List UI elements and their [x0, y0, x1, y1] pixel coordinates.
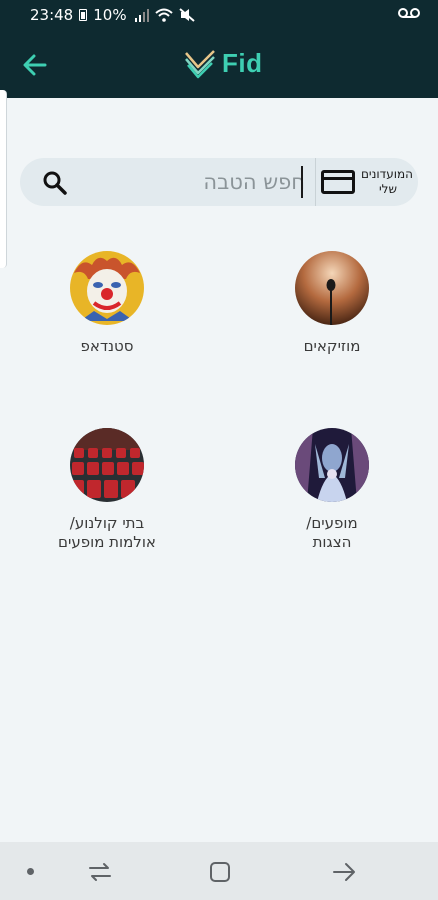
logo-mark-icon [185, 49, 215, 78]
category-label-line1: מופעים/ [306, 514, 358, 532]
voicemail-icon [398, 7, 420, 23]
category-label: מופעים/ הצגות [252, 514, 412, 552]
app-bar: Fid [0, 30, 438, 98]
cinemas-image [70, 428, 144, 502]
category-musicians[interactable]: מוזיקאים [252, 251, 412, 356]
search-button[interactable] [42, 170, 68, 196]
category-label: מוזיקאים [252, 337, 412, 356]
signal-icon [134, 8, 149, 22]
app-logo: Fid [184, 48, 263, 79]
credit-card-icon [321, 170, 355, 194]
dot-icon [27, 868, 34, 875]
home-button[interactable] [204, 856, 236, 888]
recent-apps-button[interactable] [84, 856, 116, 888]
battery-icon [79, 9, 88, 21]
status-left: 23:48 10% [30, 6, 127, 24]
my-clubs-button[interactable]: המועדונים שלי [316, 158, 418, 206]
category-label-line2: הצגות [312, 533, 352, 551]
back-nav-button[interactable] [328, 856, 360, 888]
my-clubs-label-line2: שלי [378, 182, 397, 196]
mute-icon [178, 8, 195, 22]
my-clubs-label: המועדונים שלי [360, 167, 413, 197]
logo-text: Fid [222, 48, 263, 78]
recent-apps-icon [89, 863, 111, 881]
status-icons [134, 8, 195, 22]
wifi-icon [154, 8, 173, 22]
shows-image [295, 428, 369, 502]
back-button[interactable] [18, 48, 52, 82]
home-icon [210, 862, 230, 882]
my-clubs-label-line1: המועדונים [360, 167, 413, 181]
arrow-left-icon [23, 54, 47, 76]
text-caret [301, 166, 303, 198]
search-input[interactable] [90, 165, 305, 199]
search-icon [43, 171, 67, 195]
category-shows[interactable]: מופעים/ הצגות [252, 428, 412, 552]
back-icon [333, 863, 355, 881]
category-label-line1: סטנדאפ [80, 337, 134, 355]
system-nav-bar [0, 842, 438, 900]
musicians-image [295, 251, 369, 325]
category-label: סטנדאפ [27, 337, 187, 356]
category-label-line1: מוזיקאים [303, 337, 361, 355]
battery-percent: 10% [93, 6, 127, 24]
standup-image [70, 251, 144, 325]
category-label-line1: בתי קולנוע/ [69, 514, 145, 532]
category-standup[interactable]: סטנדאפ [27, 251, 187, 356]
status-time: 23:48 [30, 6, 74, 24]
category-cinemas[interactable]: בתי קולנוע/ אולמות מופעים [27, 428, 187, 552]
status-bar: 23:48 10% [0, 0, 438, 30]
category-label-line2: אולמות מופעים [58, 533, 156, 551]
search-bar: המועדונים שלי [20, 158, 418, 206]
drawer-handle[interactable] [0, 90, 7, 268]
category-label: בתי קולנוע/ אולמות מופעים [27, 514, 187, 552]
